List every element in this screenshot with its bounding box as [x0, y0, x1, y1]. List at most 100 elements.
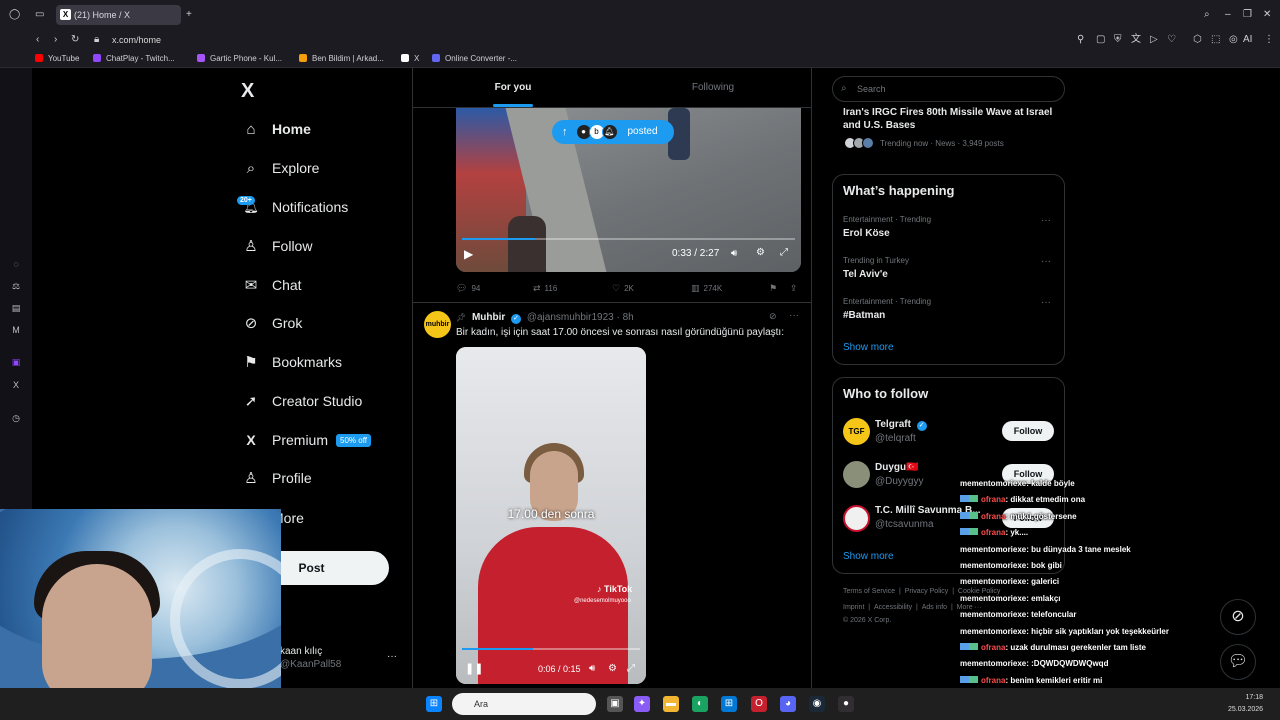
discord-icon[interactable]: ◕	[780, 696, 796, 712]
grok-fab[interactable]: ⊘	[1220, 599, 1256, 635]
nav-notifications[interactable]: 🔔︎ 20+ Notifications	[237, 192, 348, 222]
url-field[interactable]: x.com/home	[112, 30, 161, 50]
nav-creator-studio[interactable]: ➚ Creator Studio	[241, 386, 363, 416]
history-icon[interactable]: ◷	[10, 412, 22, 424]
nav-chat[interactable]: ✉ Chat	[241, 270, 302, 300]
views-button[interactable]: ▥ 274K	[691, 280, 722, 297]
fullscreen-icon[interactable]: ⤢	[627, 663, 635, 674]
video1-progress[interactable]	[462, 238, 795, 240]
volume-icon[interactable]: 🔊︎	[589, 663, 595, 674]
pause-icon[interactable]: ❚❚	[465, 662, 483, 675]
x-sidebar-icon[interactable]: X	[10, 379, 22, 391]
taskbar-clock[interactable]: 17:18 25.03.2026	[1228, 692, 1263, 716]
crypto-wallet-icon[interactable]: ⚖	[10, 280, 22, 292]
messages-fab[interactable]: 💬︎	[1220, 644, 1256, 680]
minimize-icon[interactable]: –	[1225, 8, 1231, 22]
m-app-icon[interactable]: M	[10, 324, 22, 336]
settings-icon[interactable]: ⚙	[608, 663, 617, 674]
edge-icon[interactable]: ◐	[692, 696, 708, 712]
aria-icon[interactable]: ◌	[10, 258, 22, 270]
windows-start-icon[interactable]: ⊞	[426, 696, 442, 712]
forward-icon[interactable]: ›	[54, 33, 57, 47]
trend-name[interactable]: Tel Aviv'e	[843, 269, 888, 280]
back-icon[interactable]: ‹	[36, 33, 39, 47]
account-switcher[interactable]: kaan kılıç @KaanPall58	[280, 645, 341, 671]
top-trend-title[interactable]: Iran's IRGC Fires 80th Missile Wave at I…	[843, 106, 1058, 132]
ai-button[interactable]: AI	[1243, 33, 1252, 47]
bookmark-online-converter[interactable]: Online Converter -...	[432, 50, 517, 67]
search-input[interactable]: Search	[832, 76, 1065, 102]
tweet2-avatar[interactable]: muhbir	[424, 311, 451, 338]
task-view-icon[interactable]: ▣	[607, 696, 623, 712]
bookmark-youtube[interactable]: YouTube	[35, 50, 79, 67]
new-tab-button[interactable]: +	[186, 8, 192, 22]
fullscreen-icon[interactable]: ⤢	[780, 247, 788, 258]
close-window-icon[interactable]: ✕	[1263, 8, 1271, 22]
trend-more-icon[interactable]: ···	[1041, 215, 1051, 226]
share-button[interactable]: ⇪	[790, 280, 802, 297]
footer-imprint[interactable]: Imprint	[843, 604, 864, 611]
obs-icon[interactable]: ●	[838, 696, 854, 712]
x-logo[interactable]: X	[241, 80, 254, 103]
twitch-icon[interactable]: ▣	[10, 356, 22, 368]
translate-icon[interactable]: 文	[1131, 33, 1141, 47]
footer-accessibility[interactable]: Accessibility	[874, 604, 912, 611]
taskbar-search[interactable]: Ara	[452, 693, 596, 715]
tab-following[interactable]: Following	[613, 68, 811, 108]
nav-grok[interactable]: ⊘ Grok	[241, 308, 303, 338]
tweet2-handle[interactable]: @ajansmuhbir1923	[527, 312, 614, 323]
opera-icon[interactable]: O	[751, 696, 767, 712]
tab-x-home[interactable]: X (21) Home / X	[56, 5, 181, 25]
repost-button[interactable]: ⇄ 116	[533, 280, 557, 297]
settings-icon[interactable]: ⚙	[756, 247, 765, 258]
bookmark-button[interactable]: ⚑	[769, 280, 781, 297]
play-icon[interactable]: ▷	[1150, 33, 1158, 47]
copilot-icon[interactable]: ✦	[634, 696, 650, 712]
footer-privacy[interactable]: Privacy Policy	[905, 588, 949, 595]
trend-name[interactable]: #Batman	[843, 310, 885, 321]
bookmark-gartic[interactable]: Gartic Phone - Kul...	[197, 50, 282, 67]
maximize-icon[interactable]: ❐	[1243, 8, 1252, 22]
notes-icon[interactable]: ▤	[10, 302, 22, 314]
trends-show-more[interactable]: Show more	[843, 342, 894, 353]
video2-progress[interactable]	[462, 648, 640, 650]
nav-explore[interactable]: ⌕ Explore	[241, 153, 320, 183]
extensions-icon[interactable]: ⬡	[1193, 33, 1202, 47]
nav-premium[interactable]: X Premium 50% off	[241, 425, 371, 455]
nav-bookmarks[interactable]: ⚑ Bookmarks	[241, 347, 342, 377]
bookmark-chatplay[interactable]: ChatPlay - Twitch...	[93, 50, 175, 67]
grok-explain-icon[interactable]: ⊘	[769, 311, 777, 322]
pin-icon[interactable]: ⚲	[1077, 33, 1084, 47]
volume-icon[interactable]: 🔊︎	[731, 248, 737, 259]
account-more-button[interactable]: ···	[387, 651, 397, 662]
shield-icon[interactable]: ⛨	[1114, 33, 1122, 47]
heart-icon[interactable]: ♡	[1167, 33, 1176, 47]
search-tabs-icon[interactable]: ⌕	[1204, 8, 1210, 22]
tweet2-video[interactable]: 17.00 den sonra ♪ TikTok @nedesemolmuyoo…	[456, 347, 646, 684]
avatar[interactable]: TGF	[843, 418, 870, 445]
steam-icon[interactable]: ◉	[809, 696, 825, 712]
menu-icon[interactable]: ⋮	[1264, 33, 1274, 47]
trend-name[interactable]: Erol Köse	[843, 228, 890, 239]
follow-suggestion-name[interactable]: Telgraft ✓	[875, 419, 930, 431]
tweet2-name[interactable]: Muhbir	[472, 312, 505, 323]
avatar[interactable]	[843, 461, 870, 488]
avatar[interactable]	[843, 505, 870, 532]
follow-suggestion-name[interactable]: Duygu🇹🇷	[875, 462, 919, 473]
follow-button[interactable]: Follow	[1002, 421, 1054, 441]
footer-terms[interactable]: Terms of Service	[843, 588, 895, 595]
new-posts-pill[interactable]: ↑ ● b 🔔︎ posted	[552, 120, 674, 144]
play-icon[interactable]: ▶	[464, 247, 473, 261]
bookmark-ben-bildim[interactable]: Ben Bildim | Arkad...	[299, 50, 384, 67]
file-explorer-icon[interactable]: ▬	[663, 696, 679, 712]
like-button[interactable]: ♡ 2K	[612, 280, 634, 297]
store-icon[interactable]: ⊞	[721, 696, 737, 712]
reply-button[interactable]: 💬︎ 94	[456, 280, 480, 297]
trend-more-icon[interactable]: ···	[1041, 297, 1051, 308]
trend-more-icon[interactable]: ···	[1041, 256, 1051, 267]
footer-ads-info[interactable]: Ads info	[922, 604, 947, 611]
tweet2-time[interactable]: · 8h	[616, 312, 633, 323]
snapshot-icon[interactable]: ▢	[1096, 33, 1105, 47]
tweet2-more-icon[interactable]: ···	[789, 310, 799, 321]
opera-logo-icon[interactable]: ◯	[9, 8, 20, 22]
